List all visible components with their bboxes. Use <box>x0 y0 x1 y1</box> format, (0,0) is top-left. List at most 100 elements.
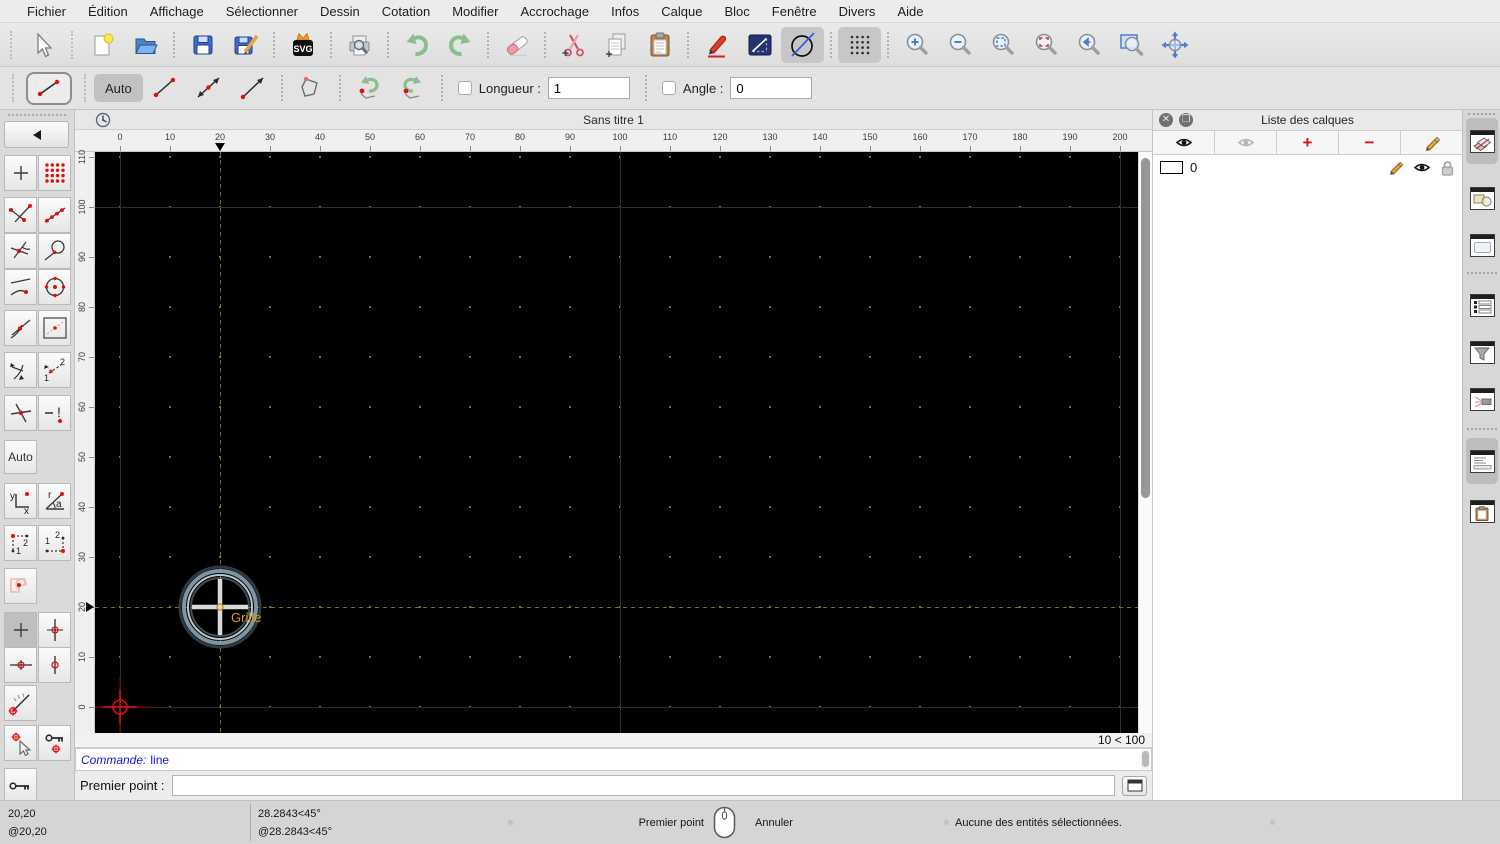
snap-grid-icon[interactable] <box>38 155 71 191</box>
length-checkbox[interactable] <box>457 81 472 95</box>
dock-drag-handle[interactable] <box>1468 113 1495 115</box>
save-as-file-icon[interactable] <box>224 27 267 63</box>
snap-free-icon[interactable] <box>4 155 37 191</box>
layer-edit-pencil-icon[interactable] <box>1389 160 1404 175</box>
copy-icon[interactable] <box>595 27 638 63</box>
palette-back-button[interactable] <box>4 121 69 148</box>
snap-middle-manual-icon[interactable] <box>4 568 37 604</box>
drawing-canvas[interactable]: Grille <box>95 152 1138 733</box>
library-dock-icon[interactable] <box>1466 222 1498 268</box>
lamp-dock-icon[interactable] <box>1466 376 1498 422</box>
open-file-icon[interactable] <box>124 27 167 63</box>
grid-toggle-icon[interactable] <box>838 26 881 63</box>
zoom-auto-icon[interactable] <box>981 27 1024 63</box>
menu-item-9[interactable]: Calque <box>650 4 713 19</box>
ordinate-corner-12-icon[interactable]: 12 <box>4 525 37 561</box>
draw-pencil-icon[interactable] <box>695 27 738 63</box>
restrict-nothing-icon[interactable] <box>4 395 37 431</box>
show-all-layers-eye-icon[interactable] <box>1153 131 1215 154</box>
command-options-button[interactable] <box>1122 775 1147 796</box>
undo-icon[interactable] <box>395 27 438 63</box>
zoom-pan-icon[interactable] <box>1153 27 1196 63</box>
toolbar-drag-handle[interactable] <box>84 74 86 102</box>
restrict-horizontal-icon[interactable] <box>4 647 37 683</box>
menu-item-12[interactable]: Divers <box>828 4 887 19</box>
zoom-redraw-icon[interactable] <box>1024 27 1067 63</box>
current-tool-line-button[interactable] <box>26 71 72 105</box>
angle-checkbox[interactable] <box>661 81 676 95</box>
menu-item-3[interactable]: Sélectionner <box>215 4 309 19</box>
line-auto-snap-button[interactable]: Auto <box>94 74 143 102</box>
restrict-horizontal-vertical-icon[interactable]: 12 <box>38 352 71 388</box>
length-input[interactable] <box>547 77 630 99</box>
new-file-icon[interactable] <box>81 27 124 63</box>
unlock-relative-zero-icon[interactable] <box>4 768 37 804</box>
snap-tangent-icon[interactable] <box>38 233 71 269</box>
menu-item-8[interactable]: Infos <box>600 4 650 19</box>
cut-icon[interactable] <box>552 27 595 63</box>
zoom-in-icon[interactable] <box>895 27 938 63</box>
menu-item-7[interactable]: Accrochage <box>509 4 600 19</box>
circle-slash-icon[interactable] <box>781 26 824 63</box>
vertical-scrollbar-thumb[interactable] <box>1141 158 1150 498</box>
coordinates-polar-icon[interactable]: ra <box>38 483 71 519</box>
palette-drag-handle[interactable] <box>8 114 66 116</box>
snap-distance-icon[interactable] <box>4 269 37 305</box>
clipboard-dock-icon[interactable] <box>1466 488 1498 534</box>
redo-point-icon[interactable] <box>391 70 435 106</box>
select-arrow-icon[interactable] <box>20 27 63 63</box>
float-panel-icon[interactable]: ❐ <box>1179 113 1193 127</box>
snap-angle-icon[interactable] <box>4 685 37 721</box>
toolbar-drag-handle[interactable] <box>71 30 73 59</box>
line-two-points-icon[interactable] <box>143 70 187 106</box>
polyline-close-icon[interactable] <box>289 70 333 106</box>
snap-exclusive-icon[interactable]: ! <box>38 395 71 431</box>
snap-inside-area-icon[interactable] <box>38 310 71 346</box>
angle-input[interactable] <box>730 77 813 99</box>
layer-color-swatch[interactable] <box>1160 161 1183 174</box>
layer-row[interactable]: 0 <box>1153 155 1462 180</box>
paste-icon[interactable] <box>638 27 681 63</box>
command-input[interactable] <box>171 775 1115 796</box>
toolbar-drag-handle[interactable] <box>12 74 14 102</box>
eraser-icon[interactable] <box>495 27 538 63</box>
set-relative-zero-icon[interactable] <box>4 725 37 761</box>
horizontal-scrollbar[interactable] <box>75 733 1091 747</box>
menu-item-11[interactable]: Fenêtre <box>761 4 828 19</box>
zoom-previous-icon[interactable] <box>1067 27 1110 63</box>
svg-export-icon[interactable]: SVG <box>281 27 324 63</box>
menu-item-10[interactable]: Bloc <box>713 4 760 19</box>
save-file-icon[interactable] <box>181 27 224 63</box>
filter-dock-icon[interactable] <box>1466 329 1498 375</box>
menu-item-6[interactable]: Modifier <box>441 4 509 19</box>
zoom-out-icon[interactable] <box>938 27 981 63</box>
line-both-directions-icon[interactable] <box>187 70 231 106</box>
restrict-vertical-short-icon[interactable] <box>38 647 71 683</box>
restrict-orthogonal-icon[interactable] <box>4 352 37 388</box>
menu-item-4[interactable]: Dessin <box>309 4 371 19</box>
restrict-vertical-icon[interactable] <box>38 612 71 648</box>
menu-item-13[interactable]: Aide <box>886 4 934 19</box>
snap-endpoints-icon[interactable] <box>4 197 37 233</box>
print-preview-icon[interactable] <box>338 27 381 63</box>
zoom-window-icon[interactable] <box>1110 27 1153 63</box>
toolbar-drag-handle[interactable] <box>10 30 12 59</box>
menu-item-1[interactable]: Édition <box>77 4 139 19</box>
snap-center-icon[interactable] <box>38 269 71 305</box>
blocks-dock-icon[interactable] <box>1466 175 1498 221</box>
remove-layer-minus-icon[interactable]: − <box>1339 131 1401 154</box>
snap-on-entity-icon[interactable] <box>38 197 71 233</box>
line-one-direction-icon[interactable] <box>231 70 275 106</box>
command-history-scrollbar[interactable] <box>1141 750 1150 769</box>
palette-auto-button[interactable]: Auto <box>4 440 37 474</box>
command-widget-dock-icon[interactable] <box>1466 438 1498 484</box>
edit-layer-pencil-icon[interactable] <box>1401 131 1462 154</box>
close-panel-icon[interactable]: ✕ <box>1159 113 1173 127</box>
ordinate-corner-21-icon[interactable]: 12 <box>38 525 71 561</box>
redo-icon[interactable] <box>438 27 481 63</box>
entity-list-dock-icon[interactable] <box>1466 282 1498 328</box>
coordinates-cartesian-icon[interactable]: yx <box>4 483 37 519</box>
vertical-scrollbar[interactable] <box>1138 152 1152 733</box>
layers-dock-icon[interactable] <box>1466 118 1498 164</box>
layer-lock-icon[interactable] <box>1440 160 1455 176</box>
